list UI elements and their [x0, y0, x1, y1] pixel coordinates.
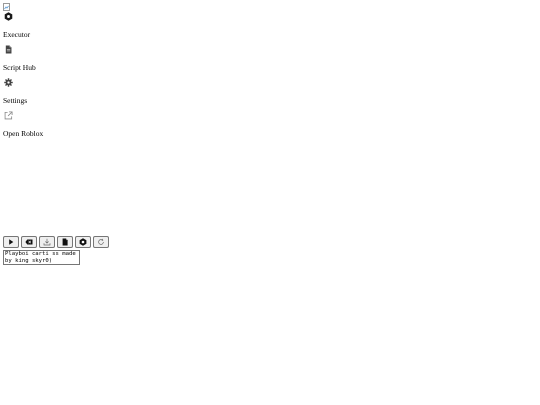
script-editor-input[interactable]: Playboi carti ss made by king skyr0) [3, 250, 80, 265]
sidebar-item-label: Open Roblox [3, 129, 44, 138]
clear-button[interactable] [21, 236, 37, 248]
backspace-icon [25, 239, 33, 245]
refresh-button[interactable] [93, 236, 109, 248]
executor-window: Executor Script Hub Settings Open Roblox… [0, 0, 540, 405]
hexagon-icon [4, 12, 13, 21]
inject-button[interactable] [75, 236, 91, 248]
gear-icon [4, 78, 13, 87]
sidebar-item-label: Script Hub [3, 63, 36, 72]
hexagon-icon [79, 238, 87, 246]
save-button[interactable] [39, 236, 55, 248]
refresh-icon [98, 238, 104, 245]
open-file-button[interactable] [57, 236, 73, 248]
file-icon [5, 45, 12, 54]
sidebar-item-label: Executor [3, 30, 31, 39]
download-icon [43, 238, 51, 246]
play-icon [9, 239, 14, 245]
file-icon [62, 238, 68, 246]
editor-toolbar [3, 236, 109, 248]
broken-image-icon [3, 3, 10, 11]
external-link-icon [4, 111, 13, 120]
execute-button[interactable] [3, 236, 19, 248]
sidebar-item-label: Settings [3, 96, 28, 105]
